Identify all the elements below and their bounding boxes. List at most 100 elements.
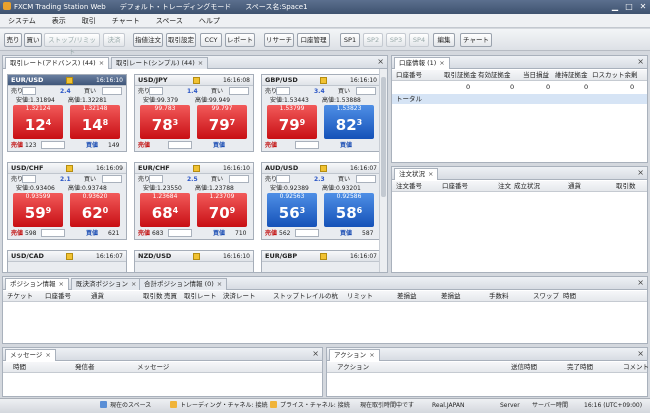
col-status[interactable]: 成立状況 [514, 181, 540, 192]
sell-button[interactable]: 売値 [11, 229, 23, 239]
buy-button[interactable]: 買値 [86, 229, 98, 239]
account-total-row[interactable]: トータル [392, 94, 647, 104]
col-ticket[interactable]: チケット [7, 291, 33, 302]
sell-amount-input[interactable] [276, 87, 290, 95]
ccy-button[interactable]: CCY [200, 33, 222, 47]
col-amount[interactable]: 取引数 [616, 181, 636, 192]
tab-account-info[interactable]: 口座情報 (1) × [394, 57, 450, 69]
panel-close-icon[interactable]: × [637, 277, 644, 289]
buy-price-button[interactable]: 0.93620 620 [70, 193, 120, 227]
tab-closed-positions[interactable]: 既決済ポジション × [71, 278, 142, 290]
close-icon[interactable]: × [369, 351, 374, 359]
lot-input[interactable] [41, 229, 65, 237]
col-trailing[interactable]: トレイルの杭 [299, 291, 338, 302]
tab-actions[interactable]: アクション × [329, 349, 380, 361]
col-sent-time[interactable]: 送信時間 [511, 362, 537, 373]
buy-price-button[interactable]: 1.32148 148 [70, 105, 120, 139]
stop-limit-button[interactable]: ストップ/リミット [44, 33, 100, 56]
col-pl-2[interactable]: 差損益 [441, 291, 461, 302]
sp3-button[interactable]: SP3 [386, 33, 406, 47]
sp1-button[interactable]: SP1 [340, 33, 360, 47]
flag-icon[interactable] [320, 77, 327, 84]
sell-button[interactable]: 売値 [138, 229, 150, 239]
close-icon[interactable]: × [59, 280, 64, 288]
tab-messages[interactable]: メッセージ × [5, 349, 56, 361]
account-management-button[interactable]: 口座管理 [297, 33, 330, 47]
col-order[interactable]: 注文 [498, 181, 511, 192]
tab-rates-simple[interactable]: 取引レート(シンプル) (44) × [111, 57, 209, 69]
buy-amount-input[interactable] [102, 175, 122, 183]
maximize-icon[interactable]: □ [622, 0, 636, 14]
buy-amount-input[interactable] [229, 87, 249, 95]
col-sender[interactable]: 発信者 [75, 362, 95, 373]
tab-positions[interactable]: ポジション情報 × [5, 278, 69, 290]
rate-card[interactable]: USD/CHF 16:16:09 売り 2.1 買い 安値:0.93406 高値:0.9… [7, 162, 127, 240]
sell-price-button[interactable]: 0.93599 599 [13, 193, 63, 227]
buy-amount-input[interactable] [356, 87, 376, 95]
sell-amount-input[interactable] [276, 175, 290, 183]
panel-close-icon[interactable]: × [637, 348, 644, 360]
sell-button[interactable]: 売値 [138, 141, 150, 151]
sell-price-button[interactable]: 1.53799 799 [267, 105, 317, 139]
buy-amount-input[interactable] [229, 175, 249, 183]
rate-card[interactable]: EUR/CHF 16:16:10 売り 2.5 買い 安値:1.23550 高値:1.2… [134, 162, 254, 240]
rate-card[interactable]: USD/JPY 16:16:08 売り 1.4 買い 安値:99.379 高値:99.9… [134, 74, 254, 152]
col-daily-pl[interactable]: 当日損益 [523, 70, 549, 81]
status-space[interactable]: 現在のスペース [100, 399, 151, 413]
rate-card[interactable]: EUR/USD 16:16:10 売り 2.4 買い 安値:1.31894 高値:1.3… [7, 74, 127, 152]
sell-price-button[interactable]: 0.92563 563 [267, 193, 317, 227]
col-margin[interactable]: 取引証拠金 [444, 70, 477, 81]
panel-close-icon[interactable]: × [637, 56, 644, 68]
col-currency[interactable]: 通貨 [568, 181, 581, 192]
flag-icon[interactable] [66, 77, 73, 84]
buy-button[interactable]: 買い [24, 33, 42, 47]
sell-button[interactable]: 売値 [265, 141, 277, 151]
col-losscut[interactable]: ロスカット余剰 [592, 70, 638, 81]
rate-card[interactable]: AUD/USD 16:16:07 売り 2.3 買い 安値:0.92389 高値:0.9… [261, 162, 381, 240]
minimize-icon[interactable]: ▁ [608, 0, 622, 14]
tab-rates-advanced[interactable]: 取引レート(アドバンス) (44) × [5, 57, 110, 69]
col-account[interactable]: 口座番号 [45, 291, 71, 302]
rate-card[interactable]: GBP/USD 16:16:10 売り 3.4 買い 安値:1.53443 高値:1.5… [261, 74, 381, 152]
close-icon[interactable]: × [45, 351, 50, 359]
col-currency[interactable]: 通貨 [91, 291, 104, 302]
flag-icon[interactable] [193, 165, 200, 172]
flag-icon[interactable] [193, 77, 200, 84]
col-open-rate[interactable]: 取引レート [184, 291, 217, 302]
col-time[interactable]: 時間 [563, 291, 576, 302]
col-done-time[interactable]: 完了時間 [567, 362, 593, 373]
buy-amount-input[interactable] [102, 87, 122, 95]
tab-summary[interactable]: 合計ポジション情報 (0) × [139, 278, 228, 290]
research-button[interactable]: リサーチ [264, 33, 294, 47]
panel-close-icon[interactable]: × [637, 167, 644, 179]
report-button[interactable]: レポート [225, 33, 255, 47]
col-maintenance[interactable]: 維持証拠金 [555, 70, 588, 81]
sp4-button[interactable]: SP4 [409, 33, 429, 47]
col-amount[interactable]: 取引数 [143, 291, 163, 302]
flag-icon[interactable] [320, 165, 327, 172]
flag-icon[interactable] [66, 165, 73, 172]
buy-price-button[interactable]: 1.53823 823 [324, 105, 374, 139]
close-position-button[interactable]: 決済 [103, 33, 125, 47]
flag-icon[interactable] [320, 253, 327, 260]
close-icon[interactable]: × [99, 59, 104, 67]
flag-icon[interactable] [193, 253, 200, 260]
trade-settings-button[interactable]: 取引設定 [166, 33, 196, 47]
sell-amount-input[interactable] [149, 175, 163, 183]
close-icon[interactable]: × [131, 280, 136, 288]
menu-chart[interactable]: チャート [104, 14, 148, 28]
lot-input[interactable] [41, 141, 65, 149]
sell-button[interactable]: 売り [4, 33, 22, 47]
buy-price-button[interactable]: 1.23709 709 [197, 193, 247, 227]
col-commission[interactable]: 手数料 [489, 291, 509, 302]
col-action[interactable]: アクション [337, 362, 369, 373]
col-account-number[interactable]: 口座番号 [396, 70, 422, 81]
rate-card[interactable]: EUR/GBP 16:16:07 [261, 250, 381, 272]
buy-price-button[interactable]: 0.92586 586 [324, 193, 374, 227]
limit-order-button[interactable]: 指値注文 [133, 33, 163, 47]
close-icon[interactable]: × [198, 59, 203, 67]
flag-icon[interactable] [66, 253, 73, 260]
sell-amount-input[interactable] [149, 87, 163, 95]
col-order-number[interactable]: 注文番号 [396, 181, 422, 192]
lot-input[interactable] [295, 229, 319, 237]
